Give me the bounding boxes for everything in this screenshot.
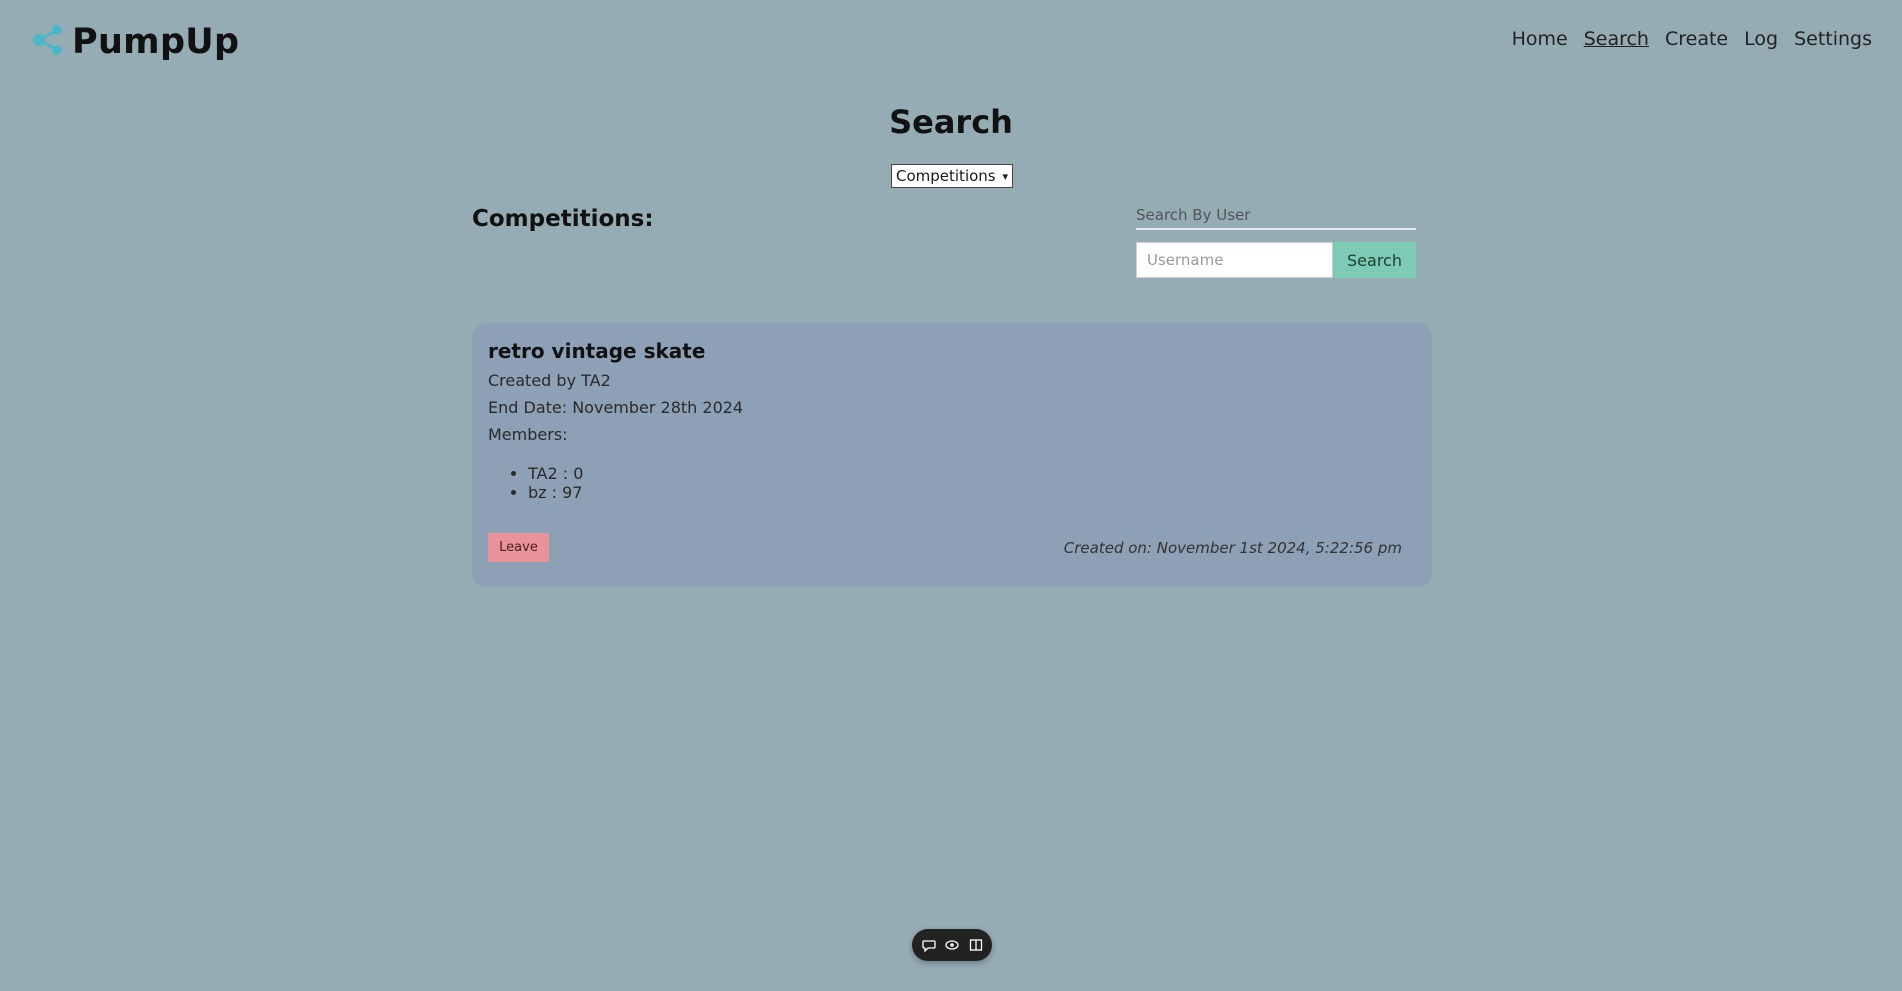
app-name: PumpUp: [72, 22, 240, 62]
page: PumpUp Home Search Create Log Settings S…: [0, 0, 1902, 991]
nav-log[interactable]: Log: [1744, 28, 1778, 50]
competition-end-date: End Date: November 28th 2024: [488, 398, 744, 417]
members-list: TA2 : 0 bz : 97: [488, 464, 1416, 502]
search-by-user: Search By User Search: [1136, 206, 1416, 278]
competition-name: retro vintage skate: [488, 339, 706, 363]
competition-card: retro vintage skate Created by TA2 End D…: [472, 323, 1432, 587]
section-heading: Competitions:: [472, 206, 654, 232]
list-item: bz : 97: [528, 483, 1416, 502]
share-icon: [30, 22, 66, 62]
comment-icon[interactable]: [921, 938, 936, 952]
main-nav: Home Search Create Log Settings: [1512, 28, 1872, 50]
search-button[interactable]: Search: [1333, 242, 1416, 278]
nav-home[interactable]: Home: [1512, 28, 1568, 50]
created-on-timestamp: Created on: November 1st 2024, 5:22:56 p…: [1063, 539, 1402, 557]
logo[interactable]: PumpUp: [30, 22, 239, 62]
list-item: TA2 : 0: [528, 464, 1416, 483]
leave-button[interactable]: Leave: [488, 533, 549, 562]
nav-settings[interactable]: Settings: [1794, 28, 1872, 50]
search-by-user-label: Search By User: [1136, 206, 1416, 230]
eye-icon[interactable]: [945, 938, 959, 952]
nav-search[interactable]: Search: [1584, 28, 1649, 50]
username-input[interactable]: [1136, 242, 1333, 278]
competition-creator: Created by TA2: [488, 371, 611, 390]
type-select-value: Competitions: [896, 167, 996, 185]
page-title: Search: [889, 103, 1013, 141]
panel-icon[interactable]: [969, 938, 983, 952]
type-select-wrap: Competitions ▾: [891, 164, 1013, 188]
nav-create[interactable]: Create: [1665, 28, 1728, 50]
members-label: Members:: [488, 425, 568, 444]
floating-toolbar: [912, 929, 992, 961]
chevron-down-icon: ▾: [1002, 169, 1008, 183]
search-row: Search: [1136, 242, 1416, 278]
type-select[interactable]: Competitions ▾: [891, 164, 1013, 188]
